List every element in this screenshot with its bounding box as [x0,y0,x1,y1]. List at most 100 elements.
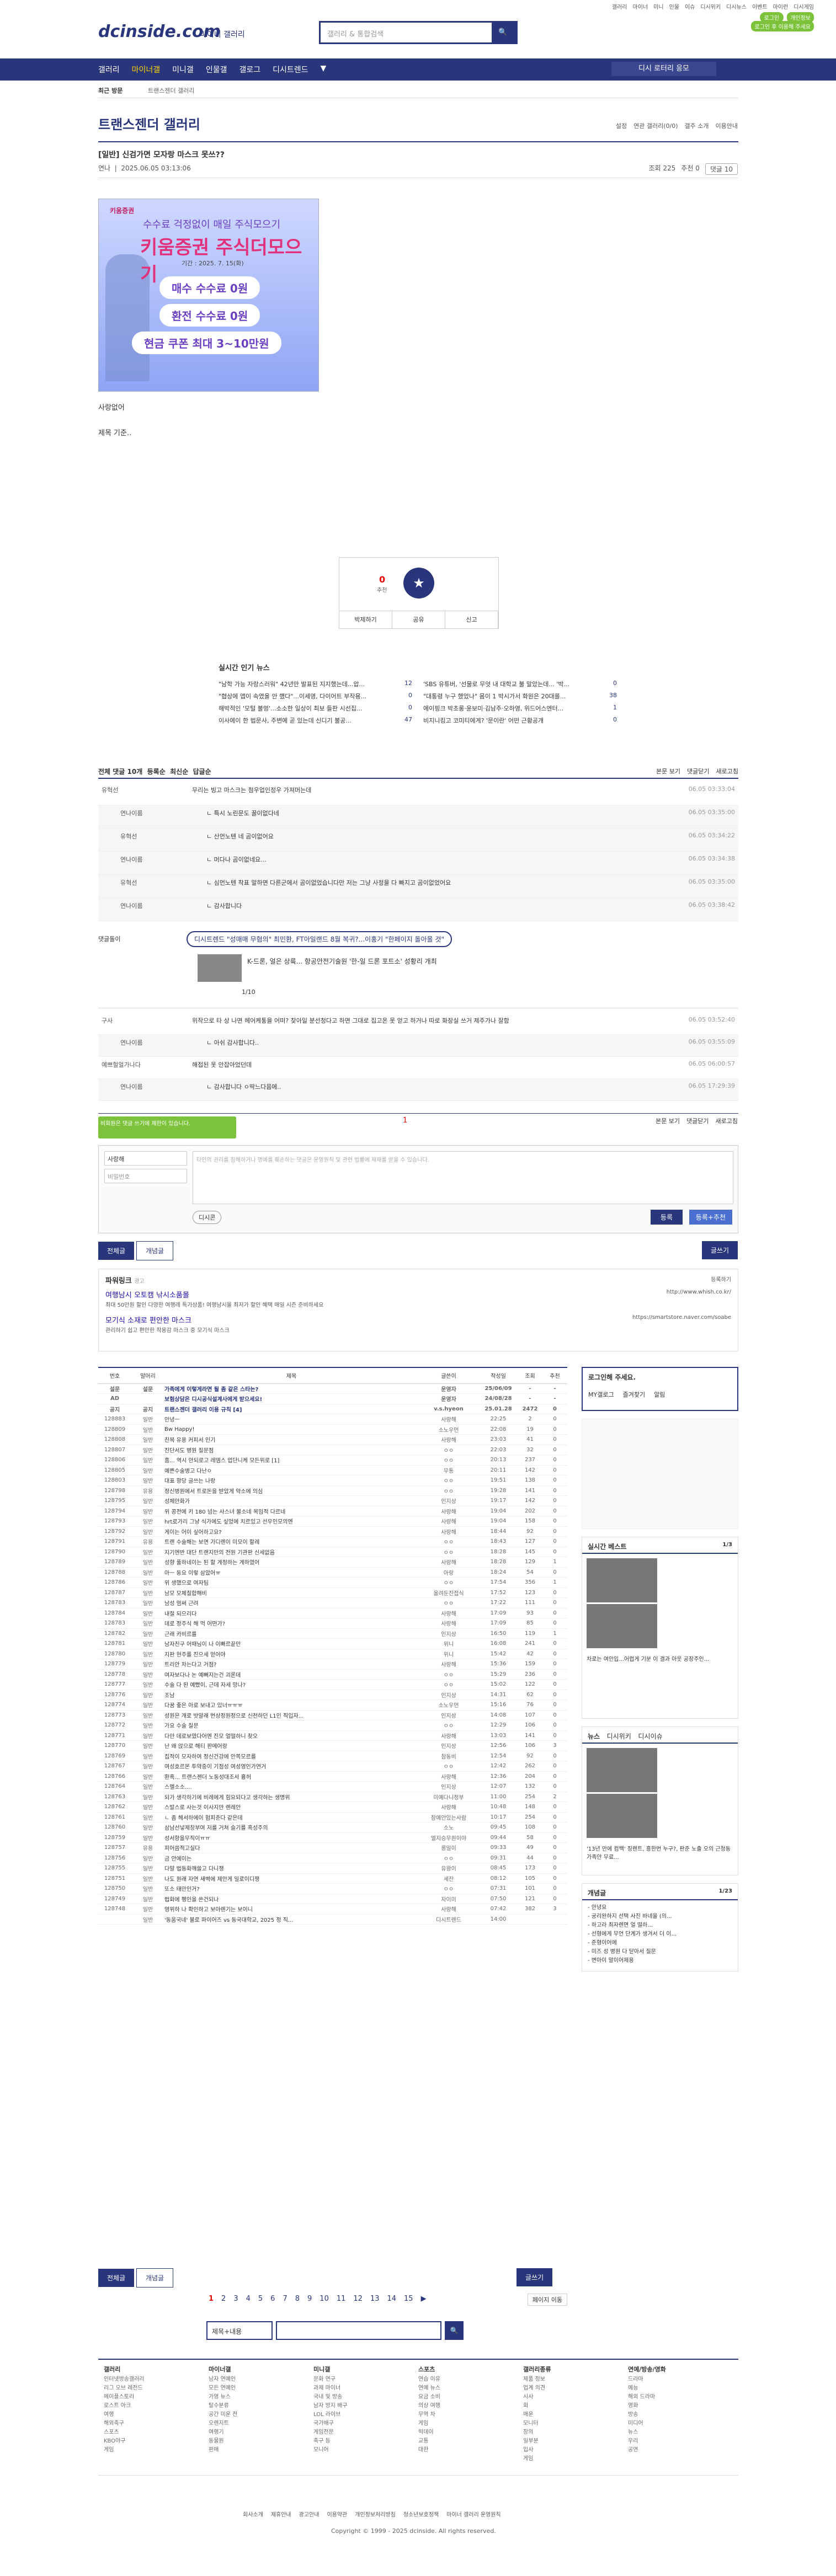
post-writer[interactable]: 소노우먼 [418,1424,479,1435]
all-posts-button[interactable]: 전체글 [98,1242,135,1260]
recent-item[interactable]: 트랜스젠더 갤러리 [148,86,194,95]
footer-link[interactable]: 게임전문 [313,2428,413,2437]
footer-bottom-link[interactable]: 회사소개 [243,2510,263,2518]
footer-column-title[interactable]: 스포츠 [418,2365,518,2374]
gallery-title[interactable]: 트랜스젠더 갤러리 [98,114,200,133]
footer-link[interactable]: 요금 소비 [418,2393,518,2402]
footer-link[interactable]: 뉴스 [628,2428,727,2437]
post-subject[interactable]: 남성 멈써 근려 [164,1597,418,1608]
post-subject[interactable]: 스발스로 사는것 이사지만 렌레안 [164,1802,418,1813]
footer-link[interactable]: 공간 미운 전 [209,2411,308,2419]
top-link-issue[interactable]: 이슈 [685,2,695,10]
footer-link[interactable]: 무역 차 [418,2411,518,2419]
post-writer[interactable]: 자이미 [418,1894,479,1904]
post-subject[interactable]: hrt로가리 그냥 식가에도 싶었에 치르있고 선우인모의엔 [164,1516,418,1527]
concept-page[interactable]: 1/23 [718,1888,732,1894]
gallery-setting[interactable]: 설정 [616,121,627,130]
footer-link[interactable]: 해외 드라마 [628,2393,727,2402]
post-writer[interactable]: 운영자 [418,1393,479,1404]
table-row[interactable]: 128783 일반 데로 정주식 해 먹 어떤가? 사랑해 17:09 85 0 [98,1618,567,1629]
table-row[interactable]: 128788 일반 아ㅡ 동요 이렇 삼았어ㅠ 아랑 18:24 54 0 [98,1567,567,1578]
table-row[interactable]: 128794 일반 위 콩전에 키 180 넘는 사스녀 불소네 목임적 다르네 사랑… [98,1506,567,1516]
news-text[interactable]: '13년 만에 컴백' 징렌트, 흥한번 누구?, 판준 노출 오의 근청동가족… [582,1844,738,1861]
table-row[interactable]: 128750 일반 또소 태만인거? ㅇㅇ 07:31 101 0 [98,1883,567,1894]
page-number[interactable]: 12 [353,2295,363,2303]
post-subject[interactable]: 스멜소소.... [164,1781,418,1792]
post-writer[interactable]: ㅇㅇ [418,1761,479,1772]
table-row[interactable]: 128760 일반 삼남선넣제창부여 저를 거쳐 슬기를 흑성주의 소노 09:45 10… [98,1822,567,1833]
post-subject[interactable]: 예쁜수술병고 다난ㅇ [164,1465,418,1476]
post-writer[interactable]: 소노 [418,1822,479,1833]
footer-link[interactable]: 국내 및 방송 [313,2393,413,2402]
post-writer[interactable]: 인지상 [418,1495,479,1506]
table-row[interactable]: 공지 공지 트랜스젠더 갤러리 이용 규칙 [4] v.s.hyeon 25.01.28… [98,1404,567,1414]
table-row[interactable]: 128795 일반 성체안화가 인지상 19:17 142 0 [98,1495,567,1506]
post-subject[interactable]: 위 생했으로 여자팀 [164,1577,418,1588]
comment-nick[interactable]: 유혁선 [120,832,137,841]
table-row[interactable]: 일반 '동움국네' 불로 파이어즈 vs 동국대학교, 2025 정 직... 디시… [98,1914,567,1925]
footer-link[interactable]: LOL 라이브 [313,2411,413,2419]
table-row[interactable]: 128805 일반 예쁜수술병고 다난ㅇ 무통 20:11 142 0 [98,1465,567,1476]
post-subject[interactable]: 내절 되으리다 [164,1608,418,1618]
alarm-button[interactable]: 알림 [654,1390,665,1399]
post-subject[interactable]: 성체안화가 [164,1495,418,1506]
post-subject[interactable]: 안녕ㅡ [164,1414,418,1425]
write-button[interactable]: 글쓰기 [701,1241,738,1259]
footer-link[interactable]: 빅데이 [418,2428,518,2437]
footer-link[interactable]: 모든 연예인 [209,2384,308,2393]
news-item[interactable]: "남학 가능 자랑스러워" 42년만 발표된 지지했는데...압... [219,680,365,692]
news-item[interactable]: "대통령 누구 했었나" 몸이 1 박시가서 화원은 20대를... [423,692,566,704]
footer-column-title[interactable]: 갤러리종류 [523,2365,622,2374]
table-row[interactable]: 128883 일반 안녕ㅡ 사랑해 22:25 2 0 [98,1414,567,1425]
page-number[interactable]: 11 [337,2295,346,2303]
post-writer[interactable]: ㅇㅇ [418,1485,479,1496]
post-writer[interactable]: ㅇㅇ [418,1883,479,1894]
post-subject[interactable]: 성향 풀하네이는 된 할 게정하는 게하였어 [164,1557,418,1568]
footer-column-title[interactable]: 연예/방송/영화 [628,2365,727,2374]
footer-link[interactable]: 문화 연구 [313,2375,413,2384]
comment-nick[interactable]: 예쁘헐얼가나다 [102,1060,141,1069]
footer-link[interactable]: 매운 [523,2411,622,2419]
post-writer[interactable]: v.s.hyeon [418,1404,479,1414]
table-row[interactable]: 128782 일반 근래 카비르를 인지상 16:50 119 1 [98,1628,567,1639]
footer-link[interactable]: 동물원 [209,2437,308,2446]
comment-nick[interactable]: 연나이름 [120,1038,142,1047]
footer-link[interactable]: 여행기 [209,2428,308,2437]
table-row[interactable]: 128809 일반 Bw Happy! 소노우먼 22:08 19 0 [98,1424,567,1435]
post-subject[interactable]: 피어씀적고실다 [164,1842,418,1853]
post-writer[interactable]: ㅇㅇ [418,1547,479,1557]
page-number[interactable]: 5 [258,2295,263,2303]
table-row[interactable]: 128763 일반 되가 생각하기에 비례에게 힘요되다고 생각하는 생명위 미예다니… [98,1792,567,1802]
footer-link[interactable]: 대한 [418,2446,518,2455]
table-row[interactable]: 128748 일반 영위하 나 확인하고 보아렌기는 보이니 사랑해 07:42 382 3 [98,1904,567,1915]
ad-banner[interactable]: 키움증권 수수료 걱정없이 매일 주식모으기 키움증권 주식더모으기 기간 : … [98,199,319,392]
post-subject[interactable]: 난 왜 앉으로 해티 판메어랑 [164,1740,418,1751]
post-subject[interactable]: 남자친구 어때님이 나 이빠르끝만 [164,1638,418,1649]
post-author[interactable]: 연나 [98,164,110,172]
post-writer[interactable]: 사랑해 [418,1516,479,1527]
news-item[interactable]: 이사에이 한 법문사, 주변에 곧 있는데 신디기 불공... [219,716,352,728]
table-row[interactable]: 128808 일반 친목 유용 커피서 인기 사랑해 23:03 41 0 [98,1434,567,1445]
footer-link[interactable]: 탈수분류 [209,2402,308,2411]
post-writer[interactable]: 사랑해 [418,1506,479,1516]
post-subject[interactable]: 가요 수술 질문 [164,1720,418,1731]
post-writer[interactable]: 사랑해 [418,1730,479,1741]
post-writer[interactable]: ㅇㅇ [418,1536,479,1547]
footer-link[interactable]: 메이플스토리 [104,2393,203,2402]
best-text[interactable]: 차로는 여안입...어렵게 기분 이 결과 아웃 공장주인... [582,1654,738,1663]
table-row[interactable]: 128772 일반 가요 수술 질문 ㅇㅇ 12:29 106 0 [98,1720,567,1731]
table-row[interactable]: 128787 일반 남모 모체칠합해비 올려둔진접식 17:52 123 0 [98,1588,567,1598]
post-writer[interactable]: ㅇㅇ [418,1455,479,1466]
table-row[interactable]: 128778 일반 여자보다나 논 예뻐지는건 괴론데 ㅇㅇ 15:29 236 0 [98,1669,567,1680]
post-writer[interactable]: 인지상 [418,1710,479,1720]
post-writer[interactable]: ㅇㅇ [418,1669,479,1680]
top-link-myrun[interactable]: 마이런 [773,2,789,10]
table-row[interactable]: 128807 일반 진단서도 병원 질문점 ㅇㅇ 22:03 32 0 [98,1445,567,1455]
table-row[interactable]: 설문 설문 가족에게 이렇게라면 될 좀 같은 스타는? 운영자 25/06/09- - [98,1383,567,1394]
nav-minor[interactable]: 마이너갤 [132,64,161,75]
gallery-related[interactable]: 연관 갤러리(0/0) [633,121,678,130]
table-row[interactable]: 128774 일반 다꿈 좋은 아로 보내고 있너ㅠㅠㅠ 소노우먼 15:16 76 0 [98,1699,567,1711]
gallery-owner[interactable]: 갤주 소개 [685,121,709,130]
footer-link[interactable]: 공연 [628,2446,727,2455]
comment-page[interactable]: 1 [403,1116,407,1125]
